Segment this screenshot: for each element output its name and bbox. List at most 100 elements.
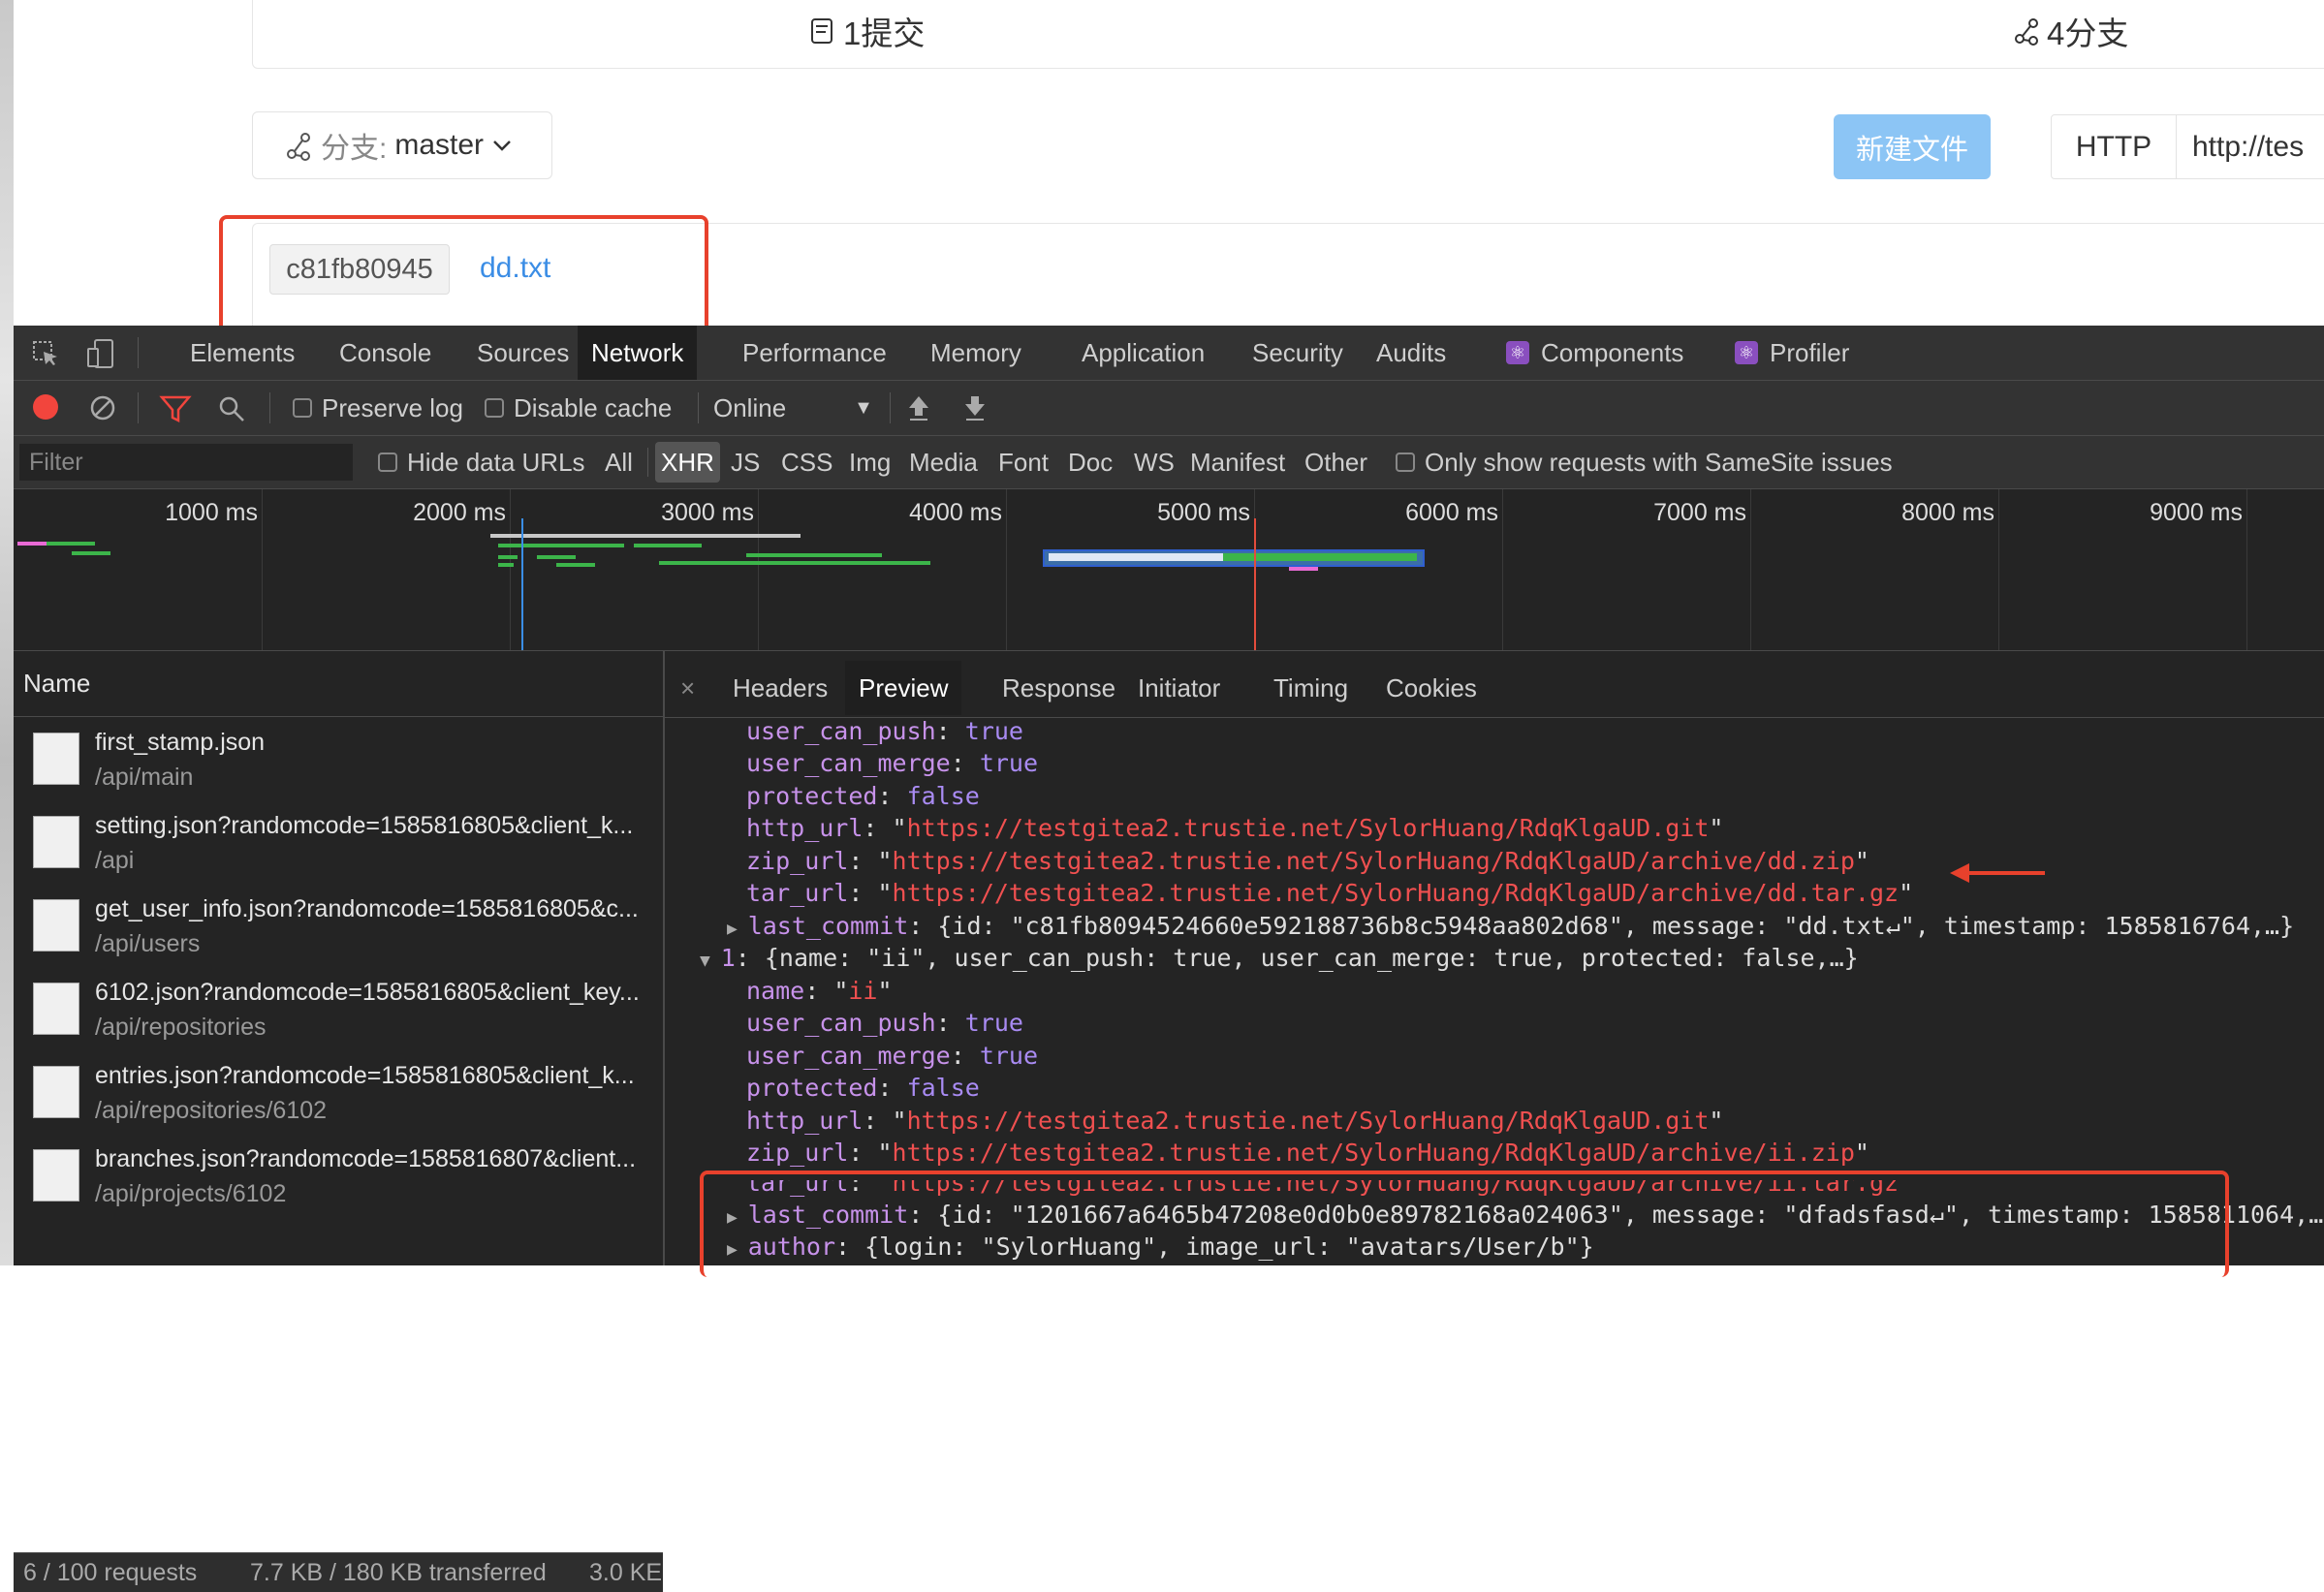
divider xyxy=(698,392,699,423)
filter-type-media[interactable]: Media xyxy=(903,442,984,483)
filter-type-all[interactable]: All xyxy=(599,442,639,483)
filter-type-font[interactable]: Font xyxy=(992,442,1054,483)
tab-memory[interactable]: Memory xyxy=(917,326,1035,380)
filter-type-js[interactable]: JS xyxy=(725,442,766,483)
request-row[interactable]: branches.json?randomcode=1585816807&clie… xyxy=(14,1138,663,1221)
waterfall-bar xyxy=(47,542,95,546)
branch-selector[interactable]: 分支: master xyxy=(252,111,552,179)
protocol-button[interactable]: HTTP xyxy=(2051,114,2177,179)
filter-type-css[interactable]: CSS xyxy=(775,442,838,483)
samesite-checkbox[interactable]: Only show requests with SameSite issues xyxy=(1396,436,1893,488)
waterfall-bar xyxy=(1289,567,1318,571)
tab-network[interactable]: Network xyxy=(578,326,698,380)
commits-link[interactable]: 1提交 xyxy=(806,8,925,54)
json-line: protected: false xyxy=(746,1074,980,1102)
json-line: user_can_push: true xyxy=(746,719,1023,745)
grid-line xyxy=(2246,489,2247,650)
transferred-size: 7.7 KB / 180 KB transferred xyxy=(250,1559,547,1586)
tab-security[interactable]: Security xyxy=(1239,326,1357,380)
json-key: http_url xyxy=(746,814,864,842)
preserve-log-checkbox[interactable]: Preserve log xyxy=(293,381,463,435)
request-list: Name first_stamp.json/api/main setting.j… xyxy=(14,651,665,1592)
json-key: zip_url xyxy=(746,1139,849,1167)
checkbox-box xyxy=(1396,453,1415,472)
request-row[interactable]: entries.json?randomcode=1585816805&clien… xyxy=(14,1054,663,1138)
json-value: false xyxy=(906,782,980,810)
grid-line xyxy=(1502,489,1503,650)
request-row[interactable]: get_user_info.json?randomcode=1585816805… xyxy=(14,888,663,971)
json-value: https://testgitea2.trustie.net/SylorHuan… xyxy=(906,814,1710,842)
expand-triangle-icon[interactable]: ▶ xyxy=(727,919,748,939)
json-line-expandable[interactable]: ▼ 1: {name: "ii", user_can_push: true, u… xyxy=(700,942,1859,974)
tab-profiler[interactable]: ⚛ Profiler xyxy=(1721,326,1863,380)
file-icon xyxy=(33,733,79,785)
json-key: user_can_merge xyxy=(746,749,951,777)
filter-type-other[interactable]: Other xyxy=(1299,442,1373,483)
close-icon[interactable]: × xyxy=(667,661,708,715)
clone-url-field[interactable]: http://tes xyxy=(2177,114,2324,179)
tick-label: 3000 ms xyxy=(661,499,754,526)
collapse-triangle-icon[interactable]: ▼ xyxy=(700,951,721,971)
filter-type-img[interactable]: Img xyxy=(843,442,896,483)
import-har-icon[interactable] xyxy=(905,392,932,421)
record-icon[interactable] xyxy=(33,394,58,420)
load-marker xyxy=(1254,518,1256,650)
hide-data-urls-checkbox[interactable]: Hide data URLs xyxy=(378,436,585,488)
tab-sources[interactable]: Sources xyxy=(463,326,582,380)
filter-type-xhr[interactable]: XHR xyxy=(655,442,720,483)
tab-preview[interactable]: Preview xyxy=(845,661,962,715)
clear-icon[interactable] xyxy=(89,394,116,421)
tab-console[interactable]: Console xyxy=(326,326,445,380)
react-icon: ⚛ xyxy=(1506,341,1529,364)
tab-initiator[interactable]: Initiator xyxy=(1124,661,1234,715)
filter-input[interactable]: Filter xyxy=(19,444,353,481)
tab-elements[interactable]: Elements xyxy=(176,326,308,380)
new-file-button[interactable]: 新建文件 xyxy=(1834,114,1991,179)
tab-audits[interactable]: Audits xyxy=(1363,326,1460,380)
request-name: setting.json?randomcode=1585816805&clien… xyxy=(95,812,634,839)
json-value: https://testgitea2.trustie.net/SylorHuan… xyxy=(892,1139,1855,1167)
device-toolbar-icon[interactable] xyxy=(85,337,116,370)
tab-response[interactable]: Response xyxy=(989,661,1129,715)
json-key: user_can_push xyxy=(746,719,936,745)
tab-timing[interactable]: Timing xyxy=(1260,661,1362,715)
branches-link[interactable]: 4分支 xyxy=(2012,8,2128,54)
search-icon[interactable] xyxy=(217,394,246,423)
inspect-element-icon[interactable] xyxy=(31,339,60,368)
divider xyxy=(890,392,891,423)
preserve-log-label: Preserve log xyxy=(322,392,463,422)
throttle-select[interactable]: Online ▼ xyxy=(713,381,873,435)
json-value: true xyxy=(964,719,1023,745)
caret-down-icon: ▼ xyxy=(854,396,873,419)
export-har-icon[interactable] xyxy=(961,392,989,421)
request-row[interactable]: setting.json?randomcode=1585816805&clien… xyxy=(14,804,663,888)
name-column-header[interactable]: Name xyxy=(14,651,663,717)
timeline-overview[interactable]: 1000 ms 2000 ms 3000 ms 4000 ms 5000 ms … xyxy=(14,489,2324,651)
tab-application[interactable]: Application xyxy=(1068,326,1218,380)
json-key: protected xyxy=(746,1074,878,1102)
request-row[interactable]: first_stamp.json/api/main xyxy=(14,721,663,804)
tab-headers[interactable]: Headers xyxy=(719,661,841,715)
request-count: 6 / 100 requests xyxy=(23,1559,198,1586)
request-row[interactable]: 6102.json?randomcode=1585816805&client_k… xyxy=(14,971,663,1054)
tab-performance[interactable]: Performance xyxy=(729,326,900,380)
commit-icon xyxy=(811,18,832,44)
json-key: last_commit xyxy=(747,912,909,940)
json-line-expandable[interactable]: ▶ last_commit: {id: "c81fb8094524660e592… xyxy=(727,910,2294,942)
json-value: https://testgitea2.trustie.net/SylorHuan… xyxy=(906,1107,1710,1135)
filter-icon[interactable] xyxy=(159,394,192,423)
waterfall-bar xyxy=(634,544,702,547)
tab-components[interactable]: ⚛ Components xyxy=(1492,326,1697,380)
tick-label: 6000 ms xyxy=(1405,499,1498,526)
tick-label: 5000 ms xyxy=(1157,499,1250,526)
branch-icon xyxy=(2015,18,2038,46)
request-path: /api/users xyxy=(95,930,201,957)
highlight-box xyxy=(700,1171,2229,1277)
tab-cookies[interactable]: Cookies xyxy=(1372,661,1491,715)
disable-cache-checkbox[interactable]: Disable cache xyxy=(485,381,672,435)
filter-type-manifest[interactable]: Manifest xyxy=(1184,442,1291,483)
filter-type-ws[interactable]: WS xyxy=(1128,442,1180,483)
divider xyxy=(138,392,139,423)
waterfall-bar xyxy=(498,563,514,567)
filter-type-doc[interactable]: Doc xyxy=(1062,442,1118,483)
